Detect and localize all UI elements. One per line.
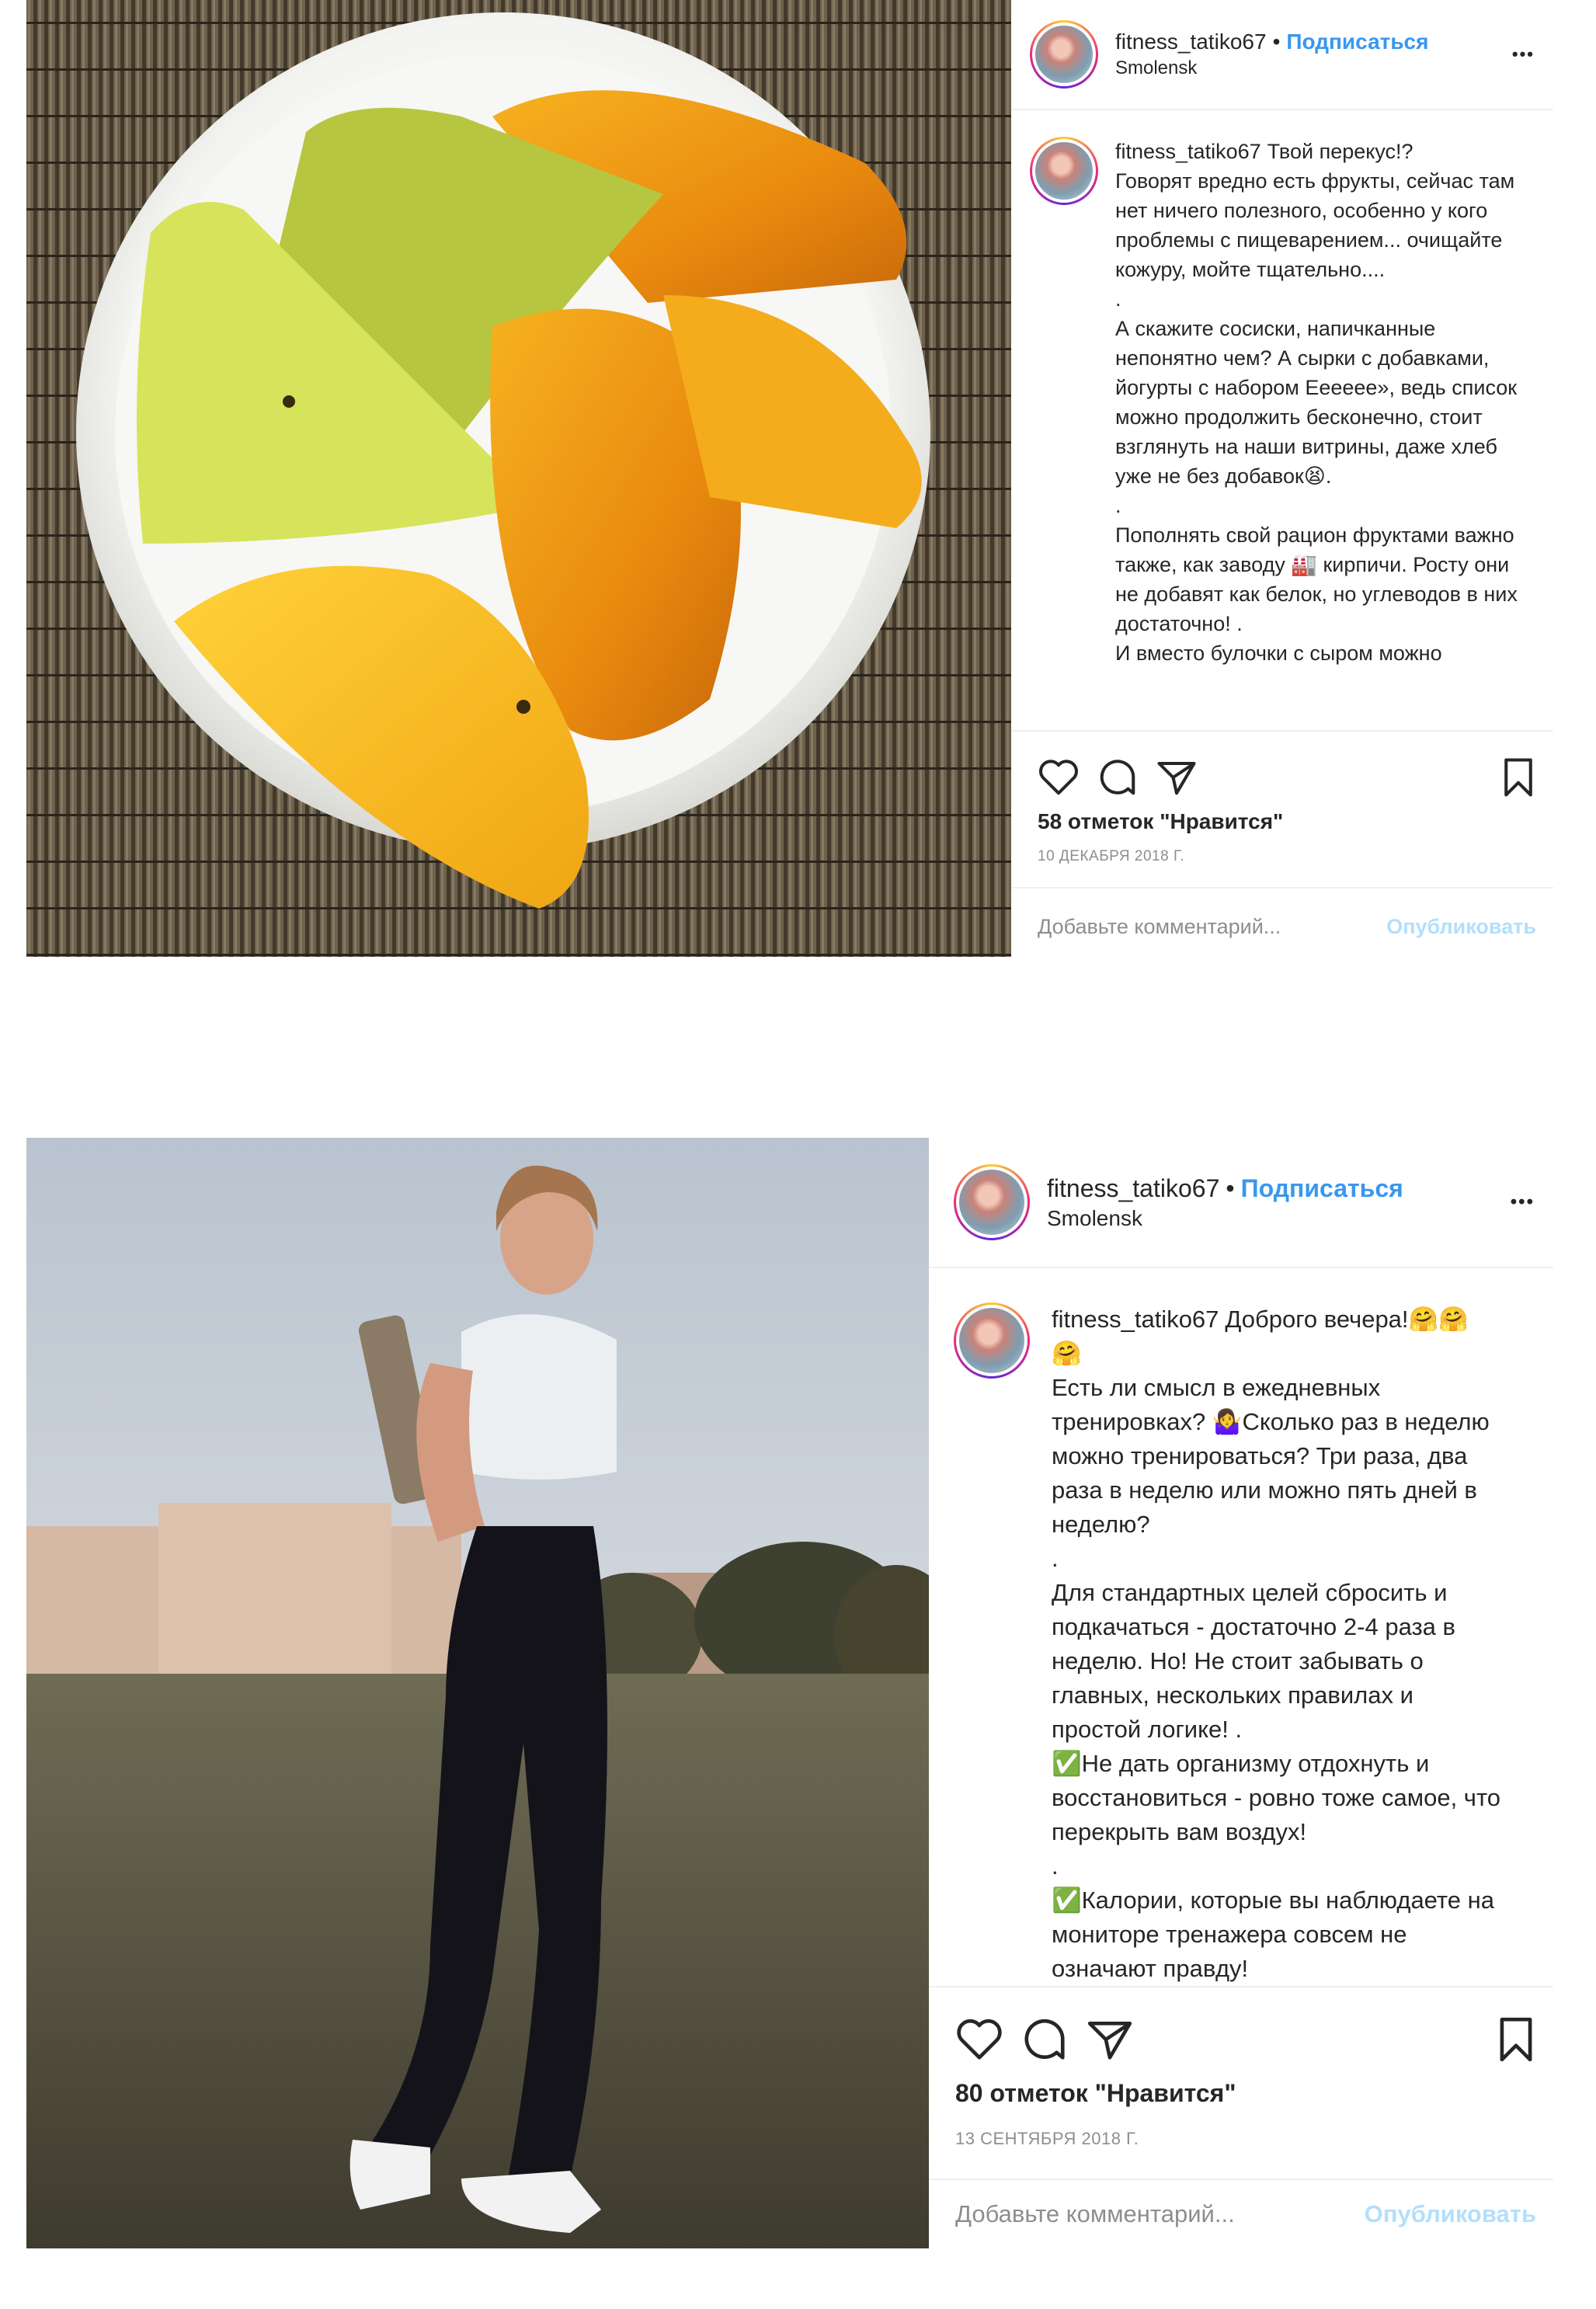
caption-body: Доброго вечера!🤗🤗 🤗 Есть ли смысл в ежед… xyxy=(1052,1306,1501,1982)
publish-button[interactable]: Опубликовать xyxy=(1365,2200,1536,2228)
avatar[interactable] xyxy=(1030,20,1098,89)
separator-dot: • xyxy=(1226,1174,1235,1202)
caption-text: fitness_tatiko67 Твой перекус!? Говорят в… xyxy=(1115,137,1519,668)
username-link[interactable]: fitness_tatiko67 xyxy=(1047,1174,1219,1203)
fruit-bowl-photo xyxy=(26,0,1011,957)
location-link[interactable]: Smolensk xyxy=(1047,1206,1403,1231)
publish-button[interactable]: Опубликовать xyxy=(1386,915,1536,939)
username-link[interactable]: fitness_tatiko67 xyxy=(1115,30,1267,54)
comment-input[interactable]: Добавьте комментарий... xyxy=(955,2200,1235,2228)
fitness-woman-photo xyxy=(26,1138,929,2248)
comment-icon[interactable] xyxy=(1097,758,1139,797)
post-date[interactable]: 13 СЕНТЯБРЯ 2018 Г. xyxy=(955,2129,1139,2149)
post-2-caption-area: fitness_tatiko67 Доброго вечера!🤗🤗 🤗 Есть… xyxy=(929,1302,1553,1986)
more-options-icon[interactable]: ••• xyxy=(1512,44,1535,64)
post-2: fitness_tatiko67 • Подписаться Smolensk … xyxy=(26,1138,1553,2248)
location-link[interactable]: Smolensk xyxy=(1115,57,1428,79)
post-1: fitness_tatiko67 • Подписаться Smolensk … xyxy=(26,0,1553,957)
caption-avatar[interactable] xyxy=(954,1302,1030,1379)
post-1-header: fitness_tatiko67 • Подписаться Smolensk … xyxy=(1011,0,1553,110)
follow-button[interactable]: Подписаться xyxy=(1241,1174,1403,1203)
bookmark-icon[interactable] xyxy=(1499,756,1538,798)
caption-text: fitness_tatiko67 Доброго вечера!🤗🤗 🤗 Есть… xyxy=(1052,1302,1502,1986)
header-text: fitness_tatiko67 • Подписаться Smolensk xyxy=(1115,30,1428,79)
heart-icon[interactable] xyxy=(1038,758,1080,797)
header-text: fitness_tatiko67 • Подписаться Smolensk xyxy=(1047,1174,1403,1231)
heart-icon[interactable] xyxy=(955,2017,1003,2062)
share-icon[interactable] xyxy=(1156,758,1198,797)
post-2-header: fitness_tatiko67 • Подписаться Smolensk … xyxy=(929,1138,1553,1268)
caption-avatar[interactable] xyxy=(1030,137,1098,205)
caption-username[interactable]: fitness_tatiko67 xyxy=(1115,140,1261,163)
post-2-actions: 80 отметок "Нравится" 13 СЕНТЯБРЯ 2018 Г… xyxy=(929,1986,1553,2179)
post-1-image[interactable] xyxy=(26,0,1011,957)
follow-button[interactable]: Подписаться xyxy=(1286,30,1428,54)
more-options-icon[interactable]: ••• xyxy=(1511,1191,1535,1213)
caption-username[interactable]: fitness_tatiko67 xyxy=(1052,1306,1219,1333)
post-2-image[interactable] xyxy=(26,1138,929,2248)
likes-count[interactable]: 58 отметок "Нравится" xyxy=(1038,809,1283,834)
caption-body: Твой перекус!? Говорят вредно есть фрукт… xyxy=(1115,140,1518,665)
post-date[interactable]: 10 ДЕКАБРЯ 2018 Г. xyxy=(1038,848,1184,865)
share-icon[interactable] xyxy=(1086,2017,1134,2062)
separator-dot: • xyxy=(1272,30,1281,54)
comment-input[interactable]: Добавьте комментарий... xyxy=(1038,915,1281,939)
post-1-actions: 58 отметок "Нравится" 10 ДЕКАБРЯ 2018 Г. xyxy=(1011,730,1553,887)
avatar[interactable] xyxy=(954,1164,1030,1240)
post-1-comment-box: Добавьте комментарий... Опубликовать xyxy=(1011,887,1553,957)
post-1-sidebar: fitness_tatiko67 • Подписаться Smolensk … xyxy=(1011,0,1553,957)
post-2-sidebar: fitness_tatiko67 • Подписаться Smolensk … xyxy=(929,1138,1553,2248)
likes-count[interactable]: 80 отметок "Нравится" xyxy=(955,2079,1236,2108)
bookmark-icon[interactable] xyxy=(1494,2015,1538,2064)
post-1-caption-area: fitness_tatiko67 Твой перекус!? Говорят в… xyxy=(1011,137,1553,727)
comment-icon[interactable] xyxy=(1021,2017,1069,2062)
post-2-comment-box: Добавьте комментарий... Опубликовать xyxy=(929,2179,1553,2248)
